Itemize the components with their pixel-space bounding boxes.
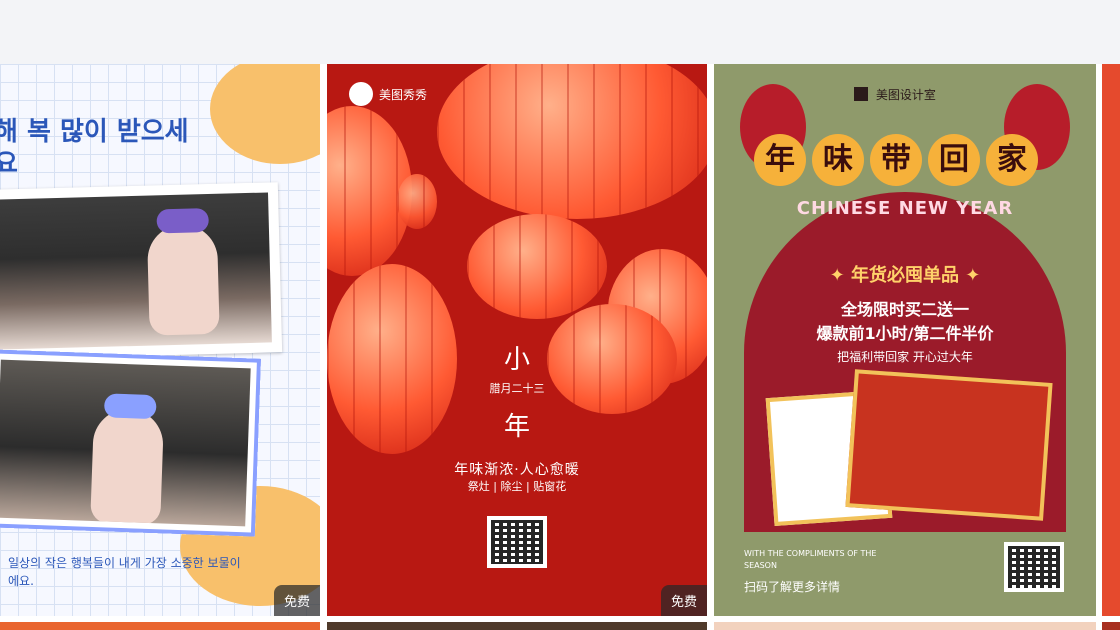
brand-logo: 美图秀秀 bbox=[349, 82, 427, 106]
person-illustration bbox=[146, 223, 220, 336]
title-banner: 年味带回家 bbox=[754, 134, 1054, 186]
poster-slogan: 年味渐浓·人心愈暖 bbox=[454, 462, 580, 478]
poster-char-2: 年 bbox=[503, 412, 530, 442]
poster-tags: 祭灶 | 除尘 | 贴窗花 bbox=[467, 480, 567, 493]
compliments-text: WITH THE COMPLIMENTS OF THE SEASON bbox=[744, 549, 877, 570]
english-title: CHINESE NEW YEAR bbox=[796, 198, 1014, 219]
next-row-card-peek[interactable] bbox=[1102, 622, 1120, 630]
template-card-3[interactable]: 美图设计室 年味带回家 CHINESE NEW YEAR ✦ 年货必囤单品 ✦ … bbox=[714, 64, 1096, 616]
photo-frame-2 bbox=[0, 349, 262, 537]
headline: ✦ 年货必囤单品 ✦ bbox=[829, 265, 981, 286]
template-card-2[interactable]: 美图秀秀 小 腊月二十三 年 年味渐浓·人心愈暖 祭灶 | 除尘 | 贴窗花 免… bbox=[327, 64, 707, 616]
template-card-1[interactable]: 해 복 많이 받으세요 일상의 작은 행복들이 내게 가장 소중한 보물이에요.… bbox=[0, 64, 320, 616]
poster-date: 腊月二十三 bbox=[489, 382, 545, 395]
food-image-2 bbox=[845, 369, 1053, 521]
poster-char-1: 小 bbox=[503, 345, 530, 375]
qr-code bbox=[487, 516, 547, 568]
free-badge: 免费 bbox=[273, 585, 320, 616]
card-caption: 일상의 작은 행복들이 내게 가장 소중한 보물이에요. bbox=[8, 556, 241, 588]
template-card-4-partial[interactable] bbox=[1102, 64, 1120, 616]
beret-icon bbox=[156, 208, 210, 234]
promo-line-1: 全场限时买二送一 bbox=[840, 300, 969, 319]
qr-code bbox=[1004, 542, 1064, 592]
photo-2 bbox=[0, 359, 251, 527]
brand-logo: 美图设计室 bbox=[854, 86, 936, 103]
next-row-card-peek[interactable] bbox=[714, 622, 1096, 630]
next-row-card-peek[interactable] bbox=[0, 622, 320, 630]
lantern-icon bbox=[467, 214, 607, 319]
person-illustration bbox=[90, 407, 165, 526]
photo-1 bbox=[0, 192, 272, 350]
next-row-card-peek[interactable] bbox=[327, 622, 707, 630]
beret-icon bbox=[103, 393, 157, 420]
promo-line-3: 把福利带回家 开心过大年 bbox=[837, 350, 973, 364]
top-bar bbox=[0, 0, 1120, 64]
meitu-design-icon bbox=[854, 87, 868, 101]
free-badge: 免费 bbox=[660, 585, 707, 616]
lantern-icon bbox=[397, 174, 437, 229]
photo-frame-1 bbox=[0, 182, 283, 360]
card-title: 해 복 많이 받으세요 bbox=[0, 117, 189, 179]
promo-line-2: 爆款前1小时/第二件半价 bbox=[816, 324, 994, 343]
scan-text: 扫码了解更多详情 bbox=[744, 580, 841, 594]
lantern-icon bbox=[437, 64, 707, 219]
meitu-icon bbox=[349, 82, 373, 106]
